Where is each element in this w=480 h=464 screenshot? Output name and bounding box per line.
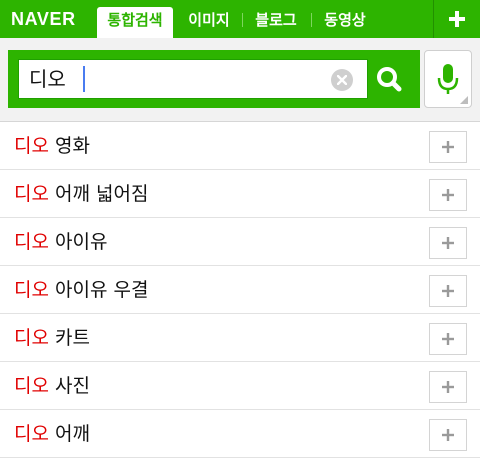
plus-icon: [442, 189, 454, 201]
top-nav-bar: NAVER 통합검색 이미지 블로그 동영상: [0, 0, 480, 38]
add-tab-button[interactable]: [434, 0, 480, 38]
suggestion-keyword: 디오: [14, 135, 49, 157]
suggestion-item[interactable]: 디오 카트: [0, 314, 480, 362]
suggestion-keyword: 디오: [14, 231, 49, 253]
text-cursor: [83, 66, 85, 92]
tab-divider: [242, 13, 243, 27]
add-suggestion-button[interactable]: [429, 131, 467, 163]
plus-icon: [442, 285, 454, 297]
suggestion-rest: 아이유: [48, 231, 108, 253]
search-button[interactable]: [368, 59, 410, 99]
plus-icon: [442, 237, 454, 249]
close-icon: [336, 74, 348, 86]
tab-blog[interactable]: 블로그: [247, 7, 305, 38]
suggestion-item[interactable]: 디오 아이유 우결: [0, 266, 480, 314]
tab-divider: [311, 13, 312, 27]
suggestion-text: 디오 아이유 우결: [14, 277, 148, 303]
suggestion-item[interactable]: 디오 아이유: [0, 218, 480, 266]
tab-video[interactable]: 동영상: [316, 7, 374, 38]
suggestion-rest: 어깨 넓어짐: [48, 183, 149, 205]
suggestion-keyword: 디오: [14, 327, 49, 349]
add-suggestion-button[interactable]: [429, 371, 467, 403]
plus-icon: [442, 333, 454, 345]
suggestion-list: 디오 영화 디오 어깨 넓어짐 디오 아이유 디오 아이유 우결 디오 카트 디…: [0, 122, 480, 458]
suggestion-text: 디오 영화: [14, 133, 90, 159]
plus-icon: [442, 381, 454, 393]
suggestion-text: 디오 아이유: [14, 229, 107, 255]
suggestion-keyword: 디오: [14, 279, 49, 301]
suggestion-item[interactable]: 디오 어깨: [0, 410, 480, 458]
suggestion-text: 디오 어깨: [14, 421, 90, 447]
suggestion-item[interactable]: 디오 어깨 넓어짐: [0, 170, 480, 218]
add-suggestion-button[interactable]: [429, 179, 467, 211]
search-icon: [377, 67, 402, 92]
suggestion-rest: 아이유 우결: [48, 279, 149, 301]
plus-icon: [442, 429, 454, 441]
suggestion-rest: 영화: [48, 135, 90, 157]
search-query-text: 디오: [29, 67, 66, 91]
suggestion-keyword: 디오: [14, 183, 49, 205]
suggestion-text: 디오 어깨 넓어짐: [14, 181, 148, 207]
tab-images[interactable]: 이미지: [180, 7, 238, 38]
add-suggestion-button[interactable]: [429, 227, 467, 259]
tab-integrated-search[interactable]: 통합검색: [97, 7, 173, 38]
suggestion-rest: 카트: [48, 327, 90, 349]
plus-icon: [442, 141, 454, 153]
add-suggestion-button[interactable]: [429, 419, 467, 451]
search-box: 디오: [8, 50, 420, 108]
plus-icon: [449, 11, 465, 27]
search-area: 디오: [0, 38, 480, 122]
add-suggestion-button[interactable]: [429, 275, 467, 307]
naver-logo[interactable]: NAVER: [11, 9, 76, 29]
suggestion-rest: 어깨: [48, 423, 90, 445]
suggestion-keyword: 디오: [14, 375, 49, 397]
corner-triangle-icon: [460, 96, 468, 104]
search-input[interactable]: 디오: [18, 59, 368, 99]
suggestion-keyword: 디오: [14, 423, 49, 445]
add-suggestion-button[interactable]: [429, 323, 467, 355]
clear-search-button[interactable]: [331, 69, 353, 91]
suggestion-item[interactable]: 디오 사진: [0, 362, 480, 410]
voice-search-button[interactable]: [424, 50, 472, 108]
suggestion-rest: 사진: [48, 375, 90, 397]
suggestion-text: 디오 카트: [14, 325, 90, 351]
suggestion-text: 디오 사진: [14, 373, 90, 399]
suggestion-item[interactable]: 디오 영화: [0, 122, 480, 170]
